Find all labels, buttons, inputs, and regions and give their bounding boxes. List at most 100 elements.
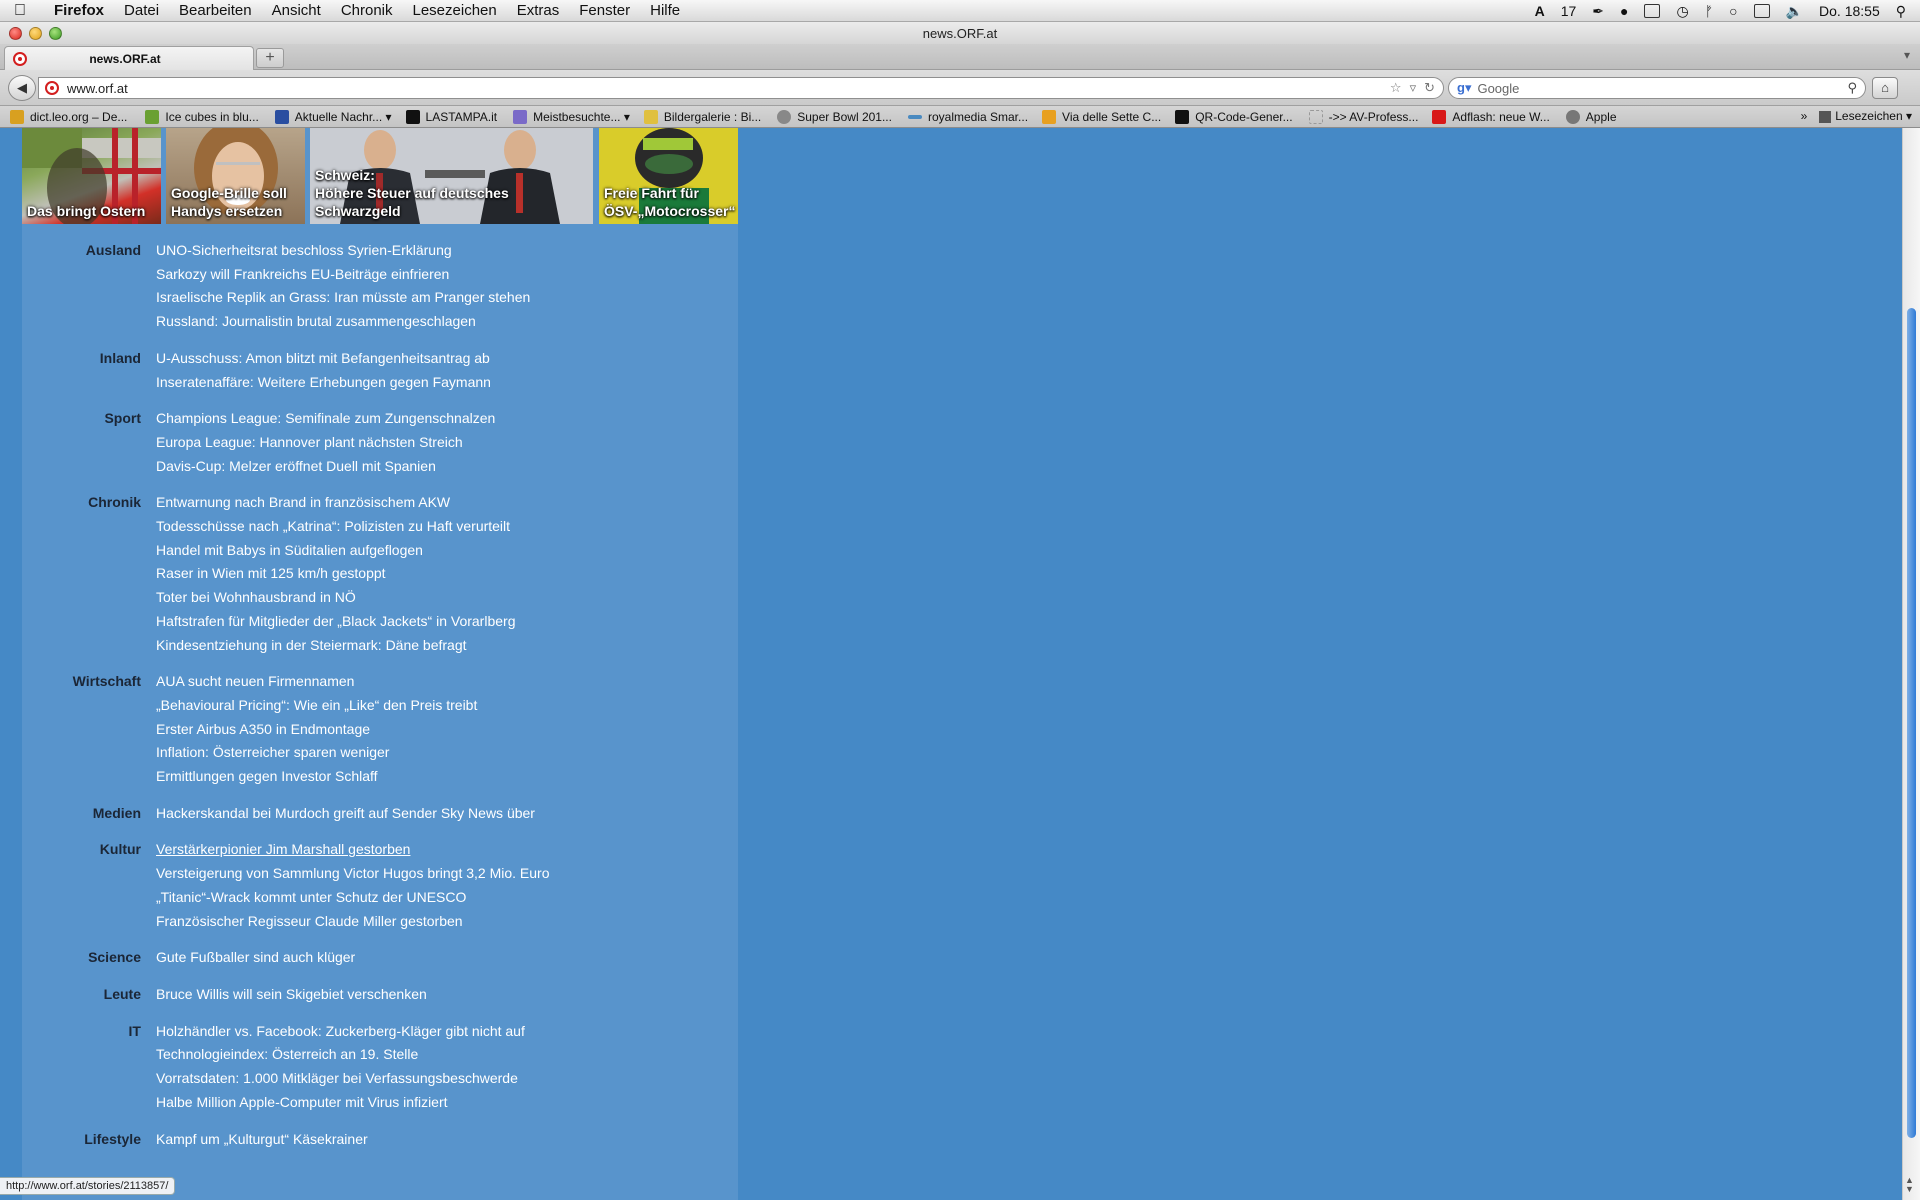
bookmark-item[interactable]: Ice cubes in blu... xyxy=(145,109,259,124)
minimize-window-icon[interactable] xyxy=(29,27,42,40)
close-window-icon[interactable] xyxy=(9,27,22,40)
section-label[interactable]: Science xyxy=(22,946,156,970)
story-link[interactable]: Entwarnung nach Brand in französischem A… xyxy=(156,491,738,515)
story-link[interactable]: U-Ausschuss: Amon blitzt mit Befangenhei… xyxy=(156,347,738,371)
back-button[interactable]: ◀ xyxy=(8,75,36,101)
story-link[interactable]: Raser in Wien mit 125 km/h gestoppt xyxy=(156,562,738,586)
search-bar[interactable]: g▾ Google ⚲ xyxy=(1448,77,1866,99)
story-link[interactable]: Hackerskandal bei Murdoch greift auf Sen… xyxy=(156,802,738,826)
vertical-scrollbar[interactable]: ▲ ▼ xyxy=(1902,128,1920,1200)
menu-bearbeiten[interactable]: Bearbeiten xyxy=(179,2,252,19)
story-link[interactable]: AUA sucht neuen Firmennamen xyxy=(156,670,738,694)
google-engine-icon[interactable]: g▾ xyxy=(1457,80,1471,96)
site-identity-icon[interactable] xyxy=(45,81,59,95)
evernote-icon[interactable]: ● xyxy=(1620,3,1628,19)
bookmark-item[interactable]: dict.leo.org – De... xyxy=(10,109,127,124)
top-story-thumbnail[interactable]: Das bringt Ostern xyxy=(22,128,161,224)
story-link-hovered[interactable]: Verstärkerpionier Jim Marshall gestorben xyxy=(156,838,738,862)
bookmark-star-icon[interactable]: ☆ xyxy=(1390,80,1402,96)
story-link[interactable]: Europa League: Hannover plant nächsten S… xyxy=(156,431,738,455)
tab-news-orf[interactable]: news.ORF.at xyxy=(4,46,254,70)
bookmark-item[interactable]: royalmedia Smar... xyxy=(907,110,1028,124)
section-label[interactable]: Medien xyxy=(22,802,156,826)
url-bar[interactable]: www.orf.at ☆ ▿ ↻ xyxy=(38,77,1444,99)
top-story-thumbnail[interactable]: Freie Fahrt für ÖSV-„Motocrosser“ xyxy=(599,128,738,224)
story-link[interactable]: Sarkozy will Frankreichs EU-Beiträge ein… xyxy=(156,263,738,287)
section-label[interactable]: IT xyxy=(22,1020,156,1115)
time-machine-icon[interactable]: ◷ xyxy=(1676,3,1688,20)
story-link[interactable]: Todesschüsse nach „Katrina“: Polizisten … xyxy=(156,515,738,539)
scrollbar-thumb[interactable] xyxy=(1907,308,1916,1138)
story-link[interactable]: Toter bei Wohnhausbrand in NÖ xyxy=(156,586,738,610)
section-label[interactable]: Sport xyxy=(22,407,156,478)
pen-icon[interactable]: ✒ xyxy=(1592,3,1604,20)
history-dropdown-icon[interactable]: ▿ xyxy=(1410,80,1417,96)
story-link[interactable]: „Behavioural Pricing“: Wie ein „Like“ de… xyxy=(156,694,738,718)
bookmark-item[interactable]: QR-Code-Gener... xyxy=(1175,109,1293,124)
story-link[interactable]: „Titanic“-Wrack kommt unter Schutz der U… xyxy=(156,886,738,910)
story-link[interactable]: Inflation: Österreicher sparen weniger xyxy=(156,741,738,765)
story-link[interactable]: Russland: Journalistin brutal zusammenge… xyxy=(156,310,738,334)
apple-menu-icon[interactable]:  xyxy=(0,2,40,20)
story-link[interactable]: Ermittlungen gegen Investor Schlaff xyxy=(156,765,738,789)
wifi-icon[interactable]: ○ xyxy=(1729,3,1737,19)
story-link[interactable]: Erster Airbus A350 in Endmontage xyxy=(156,718,738,742)
url-text[interactable]: www.orf.at xyxy=(67,81,1390,96)
story-link[interactable]: Versteigerung von Sammlung Victor Hugos … xyxy=(156,862,738,886)
section-label[interactable]: Wirtschaft xyxy=(22,670,156,789)
bookmark-item[interactable]: ->> AV-Profess... xyxy=(1308,109,1418,124)
menu-app-name[interactable]: Firefox xyxy=(54,2,104,19)
section-label[interactable]: Leute xyxy=(22,983,156,1007)
bookmark-item[interactable]: LASTAMPA.it xyxy=(405,109,497,124)
menu-ansicht[interactable]: Ansicht xyxy=(272,2,321,19)
story-link[interactable]: Halbe Million Apple-Computer mit Virus i… xyxy=(156,1091,738,1115)
menu-chronik[interactable]: Chronik xyxy=(341,2,393,19)
menu-fenster[interactable]: Fenster xyxy=(579,2,630,19)
search-icon[interactable]: ⚲ xyxy=(1847,80,1857,96)
new-tab-button[interactable]: + xyxy=(256,48,284,68)
story-link[interactable]: Handel mit Babys in Süditalien aufgeflog… xyxy=(156,539,738,563)
bookmark-item[interactable]: Super Bowl 201... xyxy=(777,109,892,124)
scroll-arrows-icon[interactable]: ▲ ▼ xyxy=(1905,1176,1914,1194)
menu-hilfe[interactable]: Hilfe xyxy=(650,2,680,19)
clock[interactable]: Do. 18:55 xyxy=(1819,3,1880,19)
input-source-icon[interactable] xyxy=(1753,4,1770,18)
reload-icon[interactable]: ↻ xyxy=(1424,80,1435,96)
story-link[interactable]: Israelische Replik an Grass: Iran müsste… xyxy=(156,286,738,310)
section-label[interactable]: Kultur xyxy=(22,838,156,933)
bookmark-folder[interactable]: Meistbesuchte... ▾ xyxy=(513,109,630,124)
section-label[interactable]: Inland xyxy=(22,347,156,394)
section-label[interactable]: Chronik xyxy=(22,491,156,657)
adobe-updater-icon[interactable]: A xyxy=(1535,3,1545,19)
section-label[interactable]: Lifestyle xyxy=(22,1128,156,1152)
bookmarks-menu-button[interactable]: Lesezeichen ▾ xyxy=(1819,109,1912,123)
bookmark-item[interactable]: Adflash: neue W... xyxy=(1432,109,1550,124)
menu-extras[interactable]: Extras xyxy=(517,2,560,19)
story-link[interactable]: Kampf um „Kulturgut“ Käsekrainer xyxy=(156,1128,738,1152)
top-story-thumbnail[interactable]: Google-Brille soll Handys ersetzen xyxy=(166,128,305,224)
search-input[interactable]: Google xyxy=(1477,81,1847,96)
volume-icon[interactable]: 🔈 xyxy=(1786,3,1803,20)
tab-list-chevron-icon[interactable]: ▾ xyxy=(1904,48,1910,62)
story-link[interactable]: Kindesentziehung in der Steiermark: Däne… xyxy=(156,634,738,658)
story-link[interactable]: Davis-Cup: Melzer eröffnet Duell mit Spa… xyxy=(156,455,738,479)
story-link[interactable]: Gute Fußballer sind auch klüger xyxy=(156,946,738,970)
story-link[interactable]: Inseratenaffäre: Weitere Erhebungen gege… xyxy=(156,371,738,395)
bookmark-item[interactable]: Via delle Sette C... xyxy=(1042,109,1161,124)
story-link[interactable]: Champions League: Semifinale zum Zungens… xyxy=(156,407,738,431)
top-story-thumbnail[interactable]: Schweiz: Höhere Steuer auf deutsches Schw… xyxy=(310,128,593,224)
bluetooth-icon[interactable]: ᚠ xyxy=(1705,3,1713,19)
story-link[interactable]: Haftstrafen für Mitglieder der „Black Ja… xyxy=(156,610,738,634)
story-link[interactable]: Holzhändler vs. Facebook: Zuckerberg-Klä… xyxy=(156,1020,738,1044)
story-link[interactable]: Technologieindex: Österreich an 19. Stel… xyxy=(156,1043,738,1067)
story-link[interactable]: Französischer Regisseur Claude Miller ge… xyxy=(156,910,738,934)
spotlight-search-icon[interactable]: ⚲ xyxy=(1896,3,1906,20)
section-label[interactable]: Ausland xyxy=(22,239,156,334)
story-link[interactable]: UNO-Sicherheitsrat beschloss Syrien-Erkl… xyxy=(156,239,738,263)
home-button[interactable]: ⌂ xyxy=(1872,77,1898,99)
bookmarks-overflow-chevron-icon[interactable]: » xyxy=(1801,109,1808,123)
menu-datei[interactable]: Datei xyxy=(124,2,159,19)
bookmark-folder[interactable]: Aktuelle Nachr... ▾ xyxy=(274,109,392,124)
display-icon[interactable] xyxy=(1644,4,1661,18)
menu-lesezeichen[interactable]: Lesezeichen xyxy=(413,2,497,19)
